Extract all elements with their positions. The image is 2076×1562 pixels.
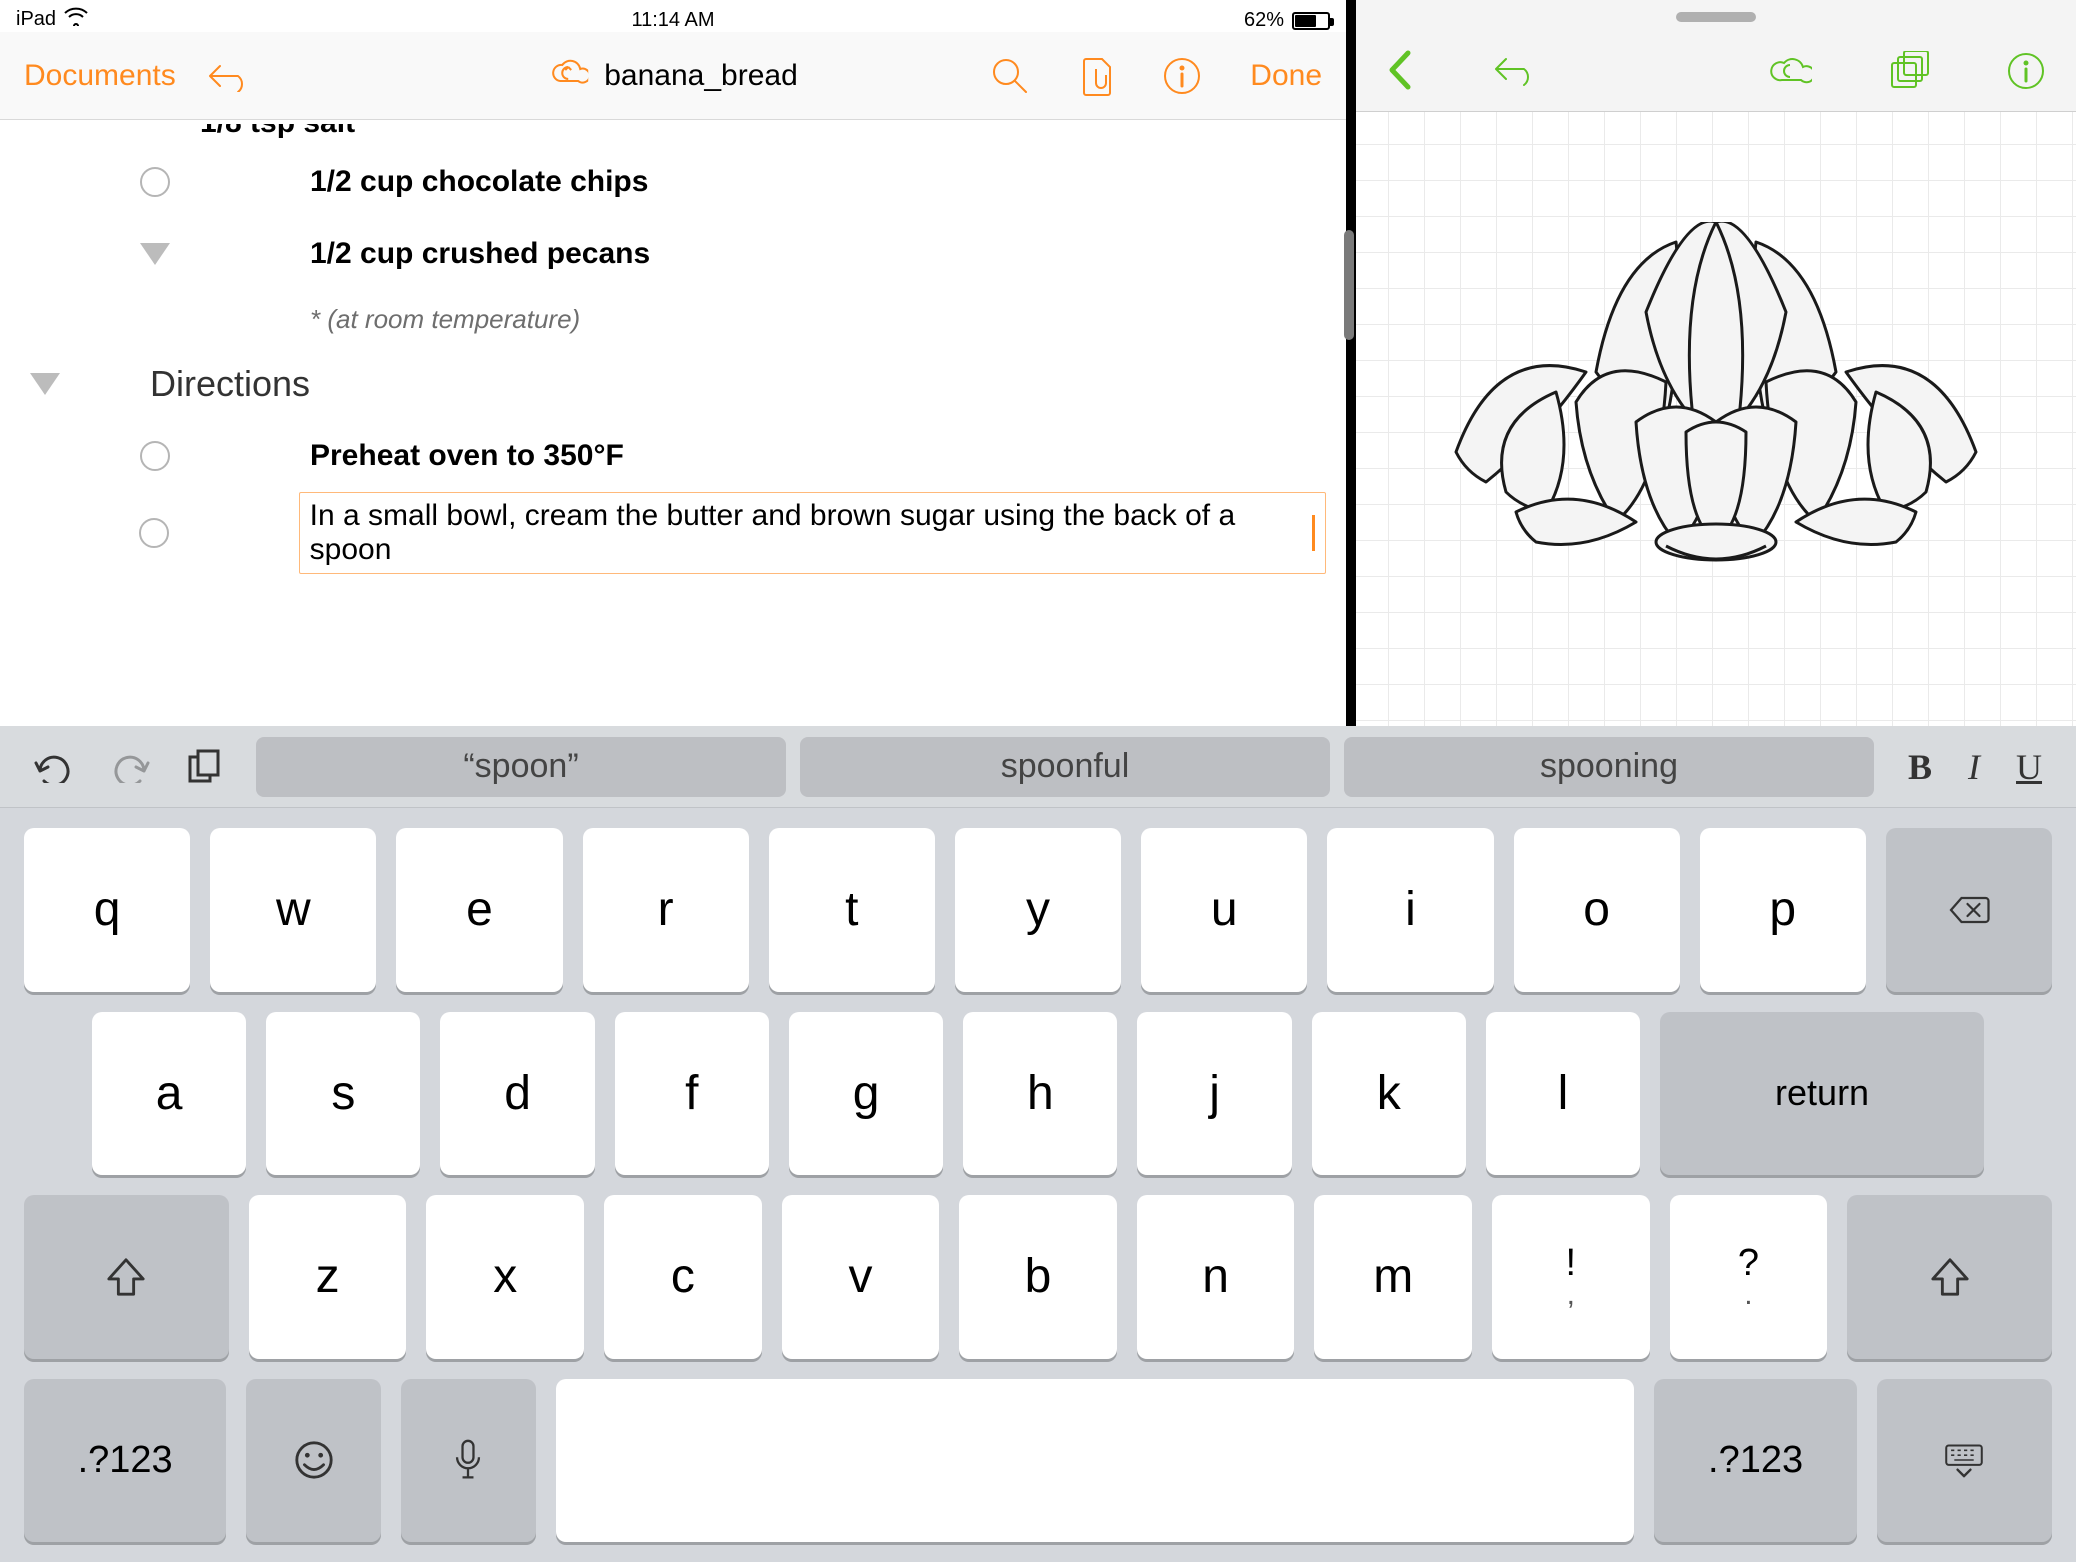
- outline-row[interactable]: 1/2 cup chocolate chips: [0, 146, 1346, 218]
- cloud-sync-icon[interactable]: [548, 55, 588, 96]
- key-w[interactable]: w: [210, 828, 376, 992]
- key-t[interactable]: t: [769, 828, 935, 992]
- key-x[interactable]: x: [426, 1195, 584, 1359]
- prediction-3[interactable]: spooning: [1344, 737, 1874, 797]
- underline-button[interactable]: U: [2016, 746, 2042, 788]
- key-space[interactable]: [556, 1379, 1635, 1543]
- key-p[interactable]: p: [1700, 828, 1866, 992]
- row-text: 1/8 tsp salt: [200, 124, 355, 140]
- key-v[interactable]: v: [782, 1195, 940, 1359]
- undo-button[interactable]: [1490, 53, 1538, 87]
- key-e[interactable]: e: [396, 828, 562, 992]
- section-heading: Directions: [150, 363, 310, 405]
- ios-keyboard: “spoon” spoonful spooning B I U q w e r …: [0, 726, 2076, 1562]
- slideover-grabber[interactable]: [1676, 12, 1756, 22]
- key-i[interactable]: i: [1327, 828, 1493, 992]
- key-y[interactable]: y: [955, 828, 1121, 992]
- key-emoji[interactable]: [246, 1379, 381, 1543]
- key-o[interactable]: o: [1514, 828, 1680, 992]
- bullet-circle-icon[interactable]: [139, 518, 169, 548]
- key-numbers-left[interactable]: .?123: [24, 1379, 226, 1543]
- info-button[interactable]: [2006, 51, 2046, 91]
- key-d[interactable]: d: [440, 1012, 594, 1176]
- outline-row[interactable]: 1/2 cup crushed pecans: [0, 218, 1346, 290]
- layers-button[interactable]: [1888, 51, 1930, 91]
- lotus-drawing[interactable]: [1436, 222, 1996, 587]
- wifi-icon: [64, 6, 88, 32]
- key-numbers-right[interactable]: .?123: [1654, 1379, 1856, 1543]
- key-h[interactable]: h: [963, 1012, 1117, 1176]
- key-s[interactable]: s: [266, 1012, 420, 1176]
- battery-icon: [1292, 12, 1330, 30]
- row-text: Preheat oven to 350°F: [310, 439, 624, 473]
- key-return[interactable]: return: [1660, 1012, 1984, 1176]
- bold-button[interactable]: B: [1908, 746, 1932, 788]
- attachment-button[interactable]: [1078, 55, 1114, 97]
- outline-note-row[interactable]: * (at room temperature): [0, 290, 1346, 348]
- battery-percent: 62%: [1244, 9, 1284, 32]
- outline-row[interactable]: 1/8 tsp salt: [0, 124, 1346, 146]
- keyboard-row-3: z x c v b n m !, ?.: [24, 1195, 2052, 1359]
- key-z[interactable]: z: [249, 1195, 407, 1359]
- key-a[interactable]: a: [92, 1012, 246, 1176]
- kb-redo-button[interactable]: [110, 751, 150, 783]
- kb-undo-button[interactable]: [34, 751, 74, 783]
- keyboard-row-2: a s d f g h j k l return: [24, 1012, 2052, 1176]
- row-text: 1/2 cup chocolate chips: [310, 165, 648, 199]
- key-r[interactable]: r: [583, 828, 749, 992]
- key-f[interactable]: f: [615, 1012, 769, 1176]
- key-shift-right[interactable]: [1847, 1195, 2052, 1359]
- bullet-circle-icon[interactable]: [140, 441, 170, 471]
- undo-button[interactable]: [204, 60, 252, 92]
- prediction-2[interactable]: spoonful: [800, 737, 1330, 797]
- search-button[interactable]: [990, 56, 1030, 96]
- prediction-1[interactable]: “spoon”: [256, 737, 786, 797]
- key-question-period[interactable]: ?.: [1670, 1195, 1828, 1359]
- key-dictate[interactable]: [401, 1379, 536, 1543]
- italic-button[interactable]: I: [1968, 746, 1980, 788]
- key-dismiss-keyboard[interactable]: [1877, 1379, 2052, 1543]
- split-view-grip[interactable]: [1344, 230, 1354, 340]
- outline-row[interactable]: Preheat oven to 350°F: [0, 420, 1346, 492]
- active-row-text[interactable]: In a small bowl, cream the butter and br…: [310, 499, 1310, 567]
- document-title: banana_bread: [604, 59, 798, 93]
- key-shift-left[interactable]: [24, 1195, 229, 1359]
- outline-row-editing[interactable]: In a small bowl, cream the butter and br…: [0, 492, 1346, 574]
- expand-triangle-icon[interactable]: [30, 373, 60, 395]
- row-text: 1/2 cup crushed pecans: [310, 237, 650, 271]
- key-backspace[interactable]: [1886, 828, 2052, 992]
- expand-triangle-icon[interactable]: [140, 243, 170, 265]
- cloud-sync-button[interactable]: [1768, 52, 1812, 90]
- outline-section-row[interactable]: Directions: [0, 348, 1346, 420]
- keyboard-row-1: q w e r t y u i o p: [24, 828, 2052, 992]
- clock: 11:14 AM: [631, 9, 714, 32]
- key-k[interactable]: k: [1312, 1012, 1466, 1176]
- documents-button[interactable]: Documents: [24, 59, 176, 93]
- key-u[interactable]: u: [1141, 828, 1307, 992]
- ios-status-bar: iPad 11:14 AM 62%: [0, 0, 1346, 32]
- left-app-toolbar: Documents banana_bread Done: [0, 32, 1346, 120]
- key-c[interactable]: c: [604, 1195, 762, 1359]
- key-b[interactable]: b: [959, 1195, 1117, 1359]
- row-note-text: * (at room temperature): [310, 304, 580, 335]
- key-m[interactable]: m: [1314, 1195, 1472, 1359]
- key-n[interactable]: n: [1137, 1195, 1295, 1359]
- bullet-circle-icon[interactable]: [140, 167, 170, 197]
- done-button[interactable]: Done: [1250, 59, 1322, 93]
- keyboard-row-4: .?123 .?123: [24, 1379, 2052, 1543]
- key-l[interactable]: l: [1486, 1012, 1640, 1176]
- key-exclaim-comma[interactable]: !,: [1492, 1195, 1650, 1359]
- key-q[interactable]: q: [24, 828, 190, 992]
- info-button[interactable]: [1162, 56, 1202, 96]
- device-label: iPad: [16, 8, 56, 31]
- back-button[interactable]: [1386, 49, 1414, 91]
- text-caret: [1312, 515, 1315, 551]
- key-g[interactable]: g: [789, 1012, 943, 1176]
- key-j[interactable]: j: [1137, 1012, 1291, 1176]
- kb-paste-button[interactable]: [186, 749, 222, 785]
- keyboard-accessory-row: “spoon” spoonful spooning B I U: [0, 726, 2076, 808]
